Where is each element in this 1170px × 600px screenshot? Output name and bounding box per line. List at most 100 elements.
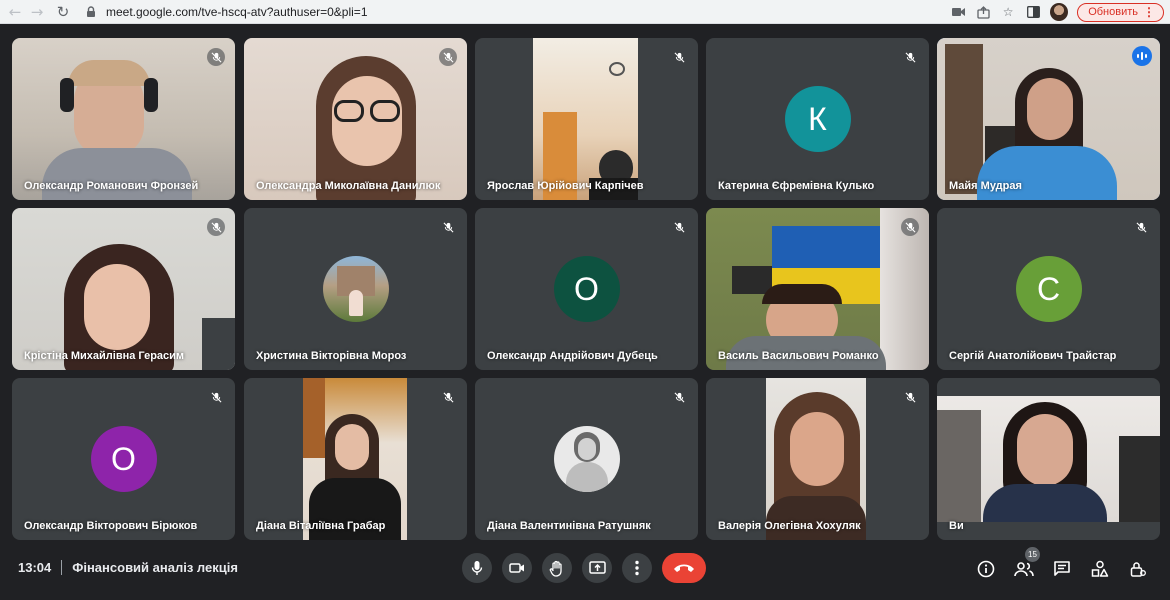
participant-name: Катерина Єфремівна Кулько — [718, 180, 875, 192]
forward-icon[interactable]: → — [26, 1, 48, 23]
participant-name: Майя Мудрая — [949, 180, 1022, 192]
leave-call-button[interactable] — [662, 553, 706, 583]
url-text: meet.google.com/tve-hscq-atv?authuser=0&… — [106, 5, 368, 19]
participant-name: Олександр Романович Фронзей — [24, 180, 199, 192]
participant-avatar: К — [784, 86, 851, 152]
share-icon[interactable] — [975, 4, 991, 20]
participant-name: Василь Васильович Романко — [718, 350, 879, 362]
participant-tile[interactable]: С Сергій Анатолійович Трайстар — [937, 208, 1160, 370]
camera-in-use-icon[interactable] — [950, 4, 966, 20]
reload-icon[interactable]: ↻ — [52, 1, 74, 23]
video-feed — [12, 208, 235, 370]
avatar-initial: С — [1036, 270, 1061, 307]
video-feed — [12, 38, 235, 200]
chat-icon — [1054, 561, 1070, 576]
participant-tile-speaking[interactable]: Майя Мудрая — [937, 38, 1160, 200]
participant-tile[interactable]: Валерія Олегівна Хохуляк — [706, 378, 929, 540]
participant-photo-avatar — [553, 426, 620, 492]
video-feed — [937, 38, 1160, 200]
host-controls-button[interactable] — [1128, 559, 1148, 579]
participant-name: Олександр Вікторович Бірюков — [24, 520, 198, 532]
video-feed — [937, 396, 1160, 522]
mic-muted-icon — [207, 218, 225, 236]
self-view-tile[interactable]: Ви — [937, 378, 1160, 540]
mic-muted-icon — [439, 388, 457, 406]
participant-tile[interactable]: Христина Вікторівна Мороз — [244, 208, 467, 370]
mic-muted-icon — [670, 218, 688, 236]
lock-icon — [87, 6, 95, 17]
profile-avatar[interactable] — [1050, 3, 1069, 21]
video-feed — [706, 208, 929, 370]
info-icon — [977, 560, 995, 578]
present-icon — [588, 561, 606, 574]
menu-dots-icon: ⋮ — [1143, 5, 1155, 19]
mic-button[interactable] — [462, 553, 492, 583]
participant-tile[interactable]: Діана Валентинівна Ратушняк — [475, 378, 698, 540]
participant-tile[interactable]: К Катерина Єфремівна Кулько — [706, 38, 929, 200]
mic-muted-icon — [439, 48, 457, 66]
meeting-time: 13:04 — [18, 560, 52, 575]
participant-tile[interactable]: Олександра Миколаївна Данилюк — [244, 38, 467, 200]
raise-hand-button[interactable] — [542, 553, 572, 583]
meeting-title: Фінансовий аналіз лекція — [72, 560, 238, 575]
participant-tile[interactable]: О Олександр Андрійович Дубець — [475, 208, 698, 370]
camera-icon — [509, 563, 524, 573]
participant-name: Діана Валентинівна Ратушняк — [487, 520, 651, 532]
bookmark-star-icon[interactable]: ☆ — [1000, 4, 1016, 20]
meeting-details-button[interactable] — [976, 559, 996, 579]
video-feed — [766, 378, 866, 540]
raise-hand-icon — [549, 560, 562, 577]
more-icon — [635, 560, 639, 576]
avatar-initial: О — [111, 440, 136, 477]
video-feed — [303, 378, 407, 540]
activities-button[interactable] — [1090, 559, 1110, 579]
participant-tile[interactable]: Крістіна Михайлівна Герасим — [12, 208, 235, 370]
mic-muted-icon — [207, 388, 225, 406]
meeting-details: 13:04 Фінансовий аналіз лекція — [18, 560, 238, 575]
participant-tile[interactable]: Василь Васильович Романко — [706, 208, 929, 370]
present-button[interactable] — [582, 553, 612, 583]
chat-button[interactable] — [1052, 559, 1072, 579]
people-button[interactable]: 15 — [1014, 547, 1040, 579]
meeting-control-bar: 13:04 Фінансовий аналіз лекція 15 — [0, 540, 1170, 600]
divider — [61, 560, 63, 575]
participant-tile[interactable]: Діана Віталіївна Грабар — [244, 378, 467, 540]
camera-button[interactable] — [502, 553, 532, 583]
mic-icon — [471, 561, 483, 575]
participant-name: Крістіна Михайлівна Герасим — [24, 350, 185, 362]
back-icon[interactable]: ← — [4, 1, 26, 23]
host-controls-icon — [1130, 562, 1146, 577]
mic-muted-icon — [207, 48, 225, 66]
address-bar[interactable]: meet.google.com/tve-hscq-atv?authuser=0&… — [84, 2, 944, 22]
people-count-badge: 15 — [1025, 547, 1040, 562]
participant-avatar: О — [90, 426, 157, 492]
speaking-indicator-icon — [1132, 46, 1152, 66]
video-feed — [533, 38, 638, 200]
participant-tile[interactable]: Ярослав Юрійович Карпічев — [475, 38, 698, 200]
participant-name: Валерія Олегівна Хохуляк — [718, 520, 861, 532]
participant-name: Олександр Андрійович Дубець — [487, 350, 658, 362]
mic-muted-icon — [1132, 218, 1150, 236]
mic-muted-icon — [670, 388, 688, 406]
mic-muted-icon — [439, 218, 457, 236]
participant-name: Діана Віталіївна Грабар — [256, 520, 386, 532]
more-options-button[interactable] — [622, 553, 652, 583]
update-button[interactable]: Обновить ⋮ — [1077, 2, 1164, 22]
avatar-initial: О — [574, 270, 599, 307]
mic-muted-icon — [901, 388, 919, 406]
update-label: Обновить — [1088, 6, 1138, 18]
mic-muted-icon — [901, 48, 919, 66]
mic-muted-icon — [901, 218, 919, 236]
end-call-icon — [674, 564, 694, 572]
participant-avatar: О — [553, 256, 620, 322]
participant-name: Ви — [949, 520, 964, 532]
activities-icon — [1091, 560, 1109, 577]
participant-avatar: С — [1015, 256, 1082, 322]
participant-name: Олександра Миколаївна Данилюк — [256, 180, 441, 192]
browser-toolbar: ← → ↻ meet.google.com/tve-hscq-atv?authu… — [0, 0, 1170, 24]
side-panel-icon[interactable] — [1025, 4, 1041, 20]
participant-tile[interactable]: О Олександр Вікторович Бірюков — [12, 378, 235, 540]
people-icon — [1014, 562, 1034, 577]
avatar-initial: К — [808, 100, 827, 137]
participant-tile[interactable]: Олександр Романович Фронзей — [12, 38, 235, 200]
